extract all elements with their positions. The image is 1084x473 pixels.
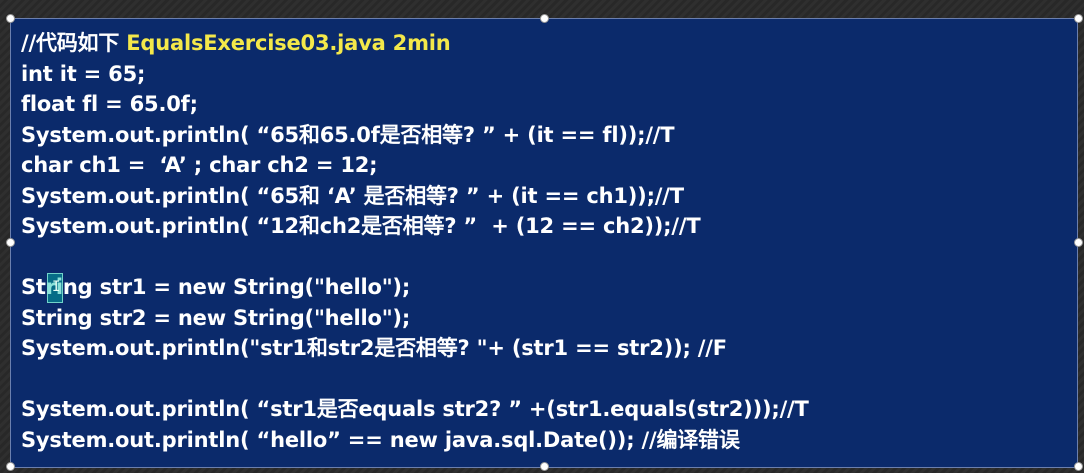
code-line-2: int it = 65;: [21, 61, 146, 86]
code-line-13: System.out.println( “str1是否equals str2? …: [21, 397, 809, 421]
code-line-3: float fl = 65.0f;: [21, 92, 198, 116]
comment-prefix: //代码如下: [21, 31, 127, 55]
code-line-1: //代码如下 EqualsExercise03.java 2min: [21, 28, 809, 59]
selection-handle-bottom-left-icon[interactable]: [6, 462, 15, 471]
filename-highlight: EqualsExercise03.java 2min: [126, 31, 451, 55]
selection-handle-bottom-right-icon[interactable]: [1074, 462, 1083, 471]
code-block: //代码如下 EqualsExercise03.java 2min int it…: [21, 28, 809, 455]
selection-handle-top-left-icon[interactable]: [6, 14, 15, 23]
code-line-4: System.out.println( “65和65.0f是否相等? ” + (…: [21, 122, 675, 147]
code-line-7: System.out.println( “12和ch2是否相等? ” + (12…: [21, 214, 701, 238]
code-line-6: System.out.println( “65和 ‘A’ 是否相等? ” + (…: [21, 183, 684, 208]
code-line-14: System.out.println( “hello” == new java.…: [21, 427, 740, 452]
code-text-box[interactable]: //代码如下 EqualsExercise03.java 2min int it…: [10, 18, 1078, 468]
code-line-9: String str1 = new String("hello");: [21, 275, 411, 299]
selection-handle-top-center-icon[interactable]: [540, 14, 549, 23]
selection-handle-middle-right-icon[interactable]: [1074, 238, 1083, 247]
selection-handle-top-right-icon[interactable]: [1074, 14, 1083, 23]
code-line-11: System.out.println("str1和str2是否相等? "+ (s…: [21, 336, 727, 360]
text-cursor-ibeam-icon: I: [47, 273, 63, 303]
ibeam-glyph: I: [52, 279, 61, 295]
selection-handle-bottom-center-icon[interactable]: [540, 462, 549, 471]
selection-handle-middle-left-icon[interactable]: [6, 238, 15, 247]
code-line-10: String str2 = new String("hello");: [21, 305, 411, 330]
code-line-5: char ch1 = ‘A’ ; char ch2 = 12;: [21, 153, 378, 177]
